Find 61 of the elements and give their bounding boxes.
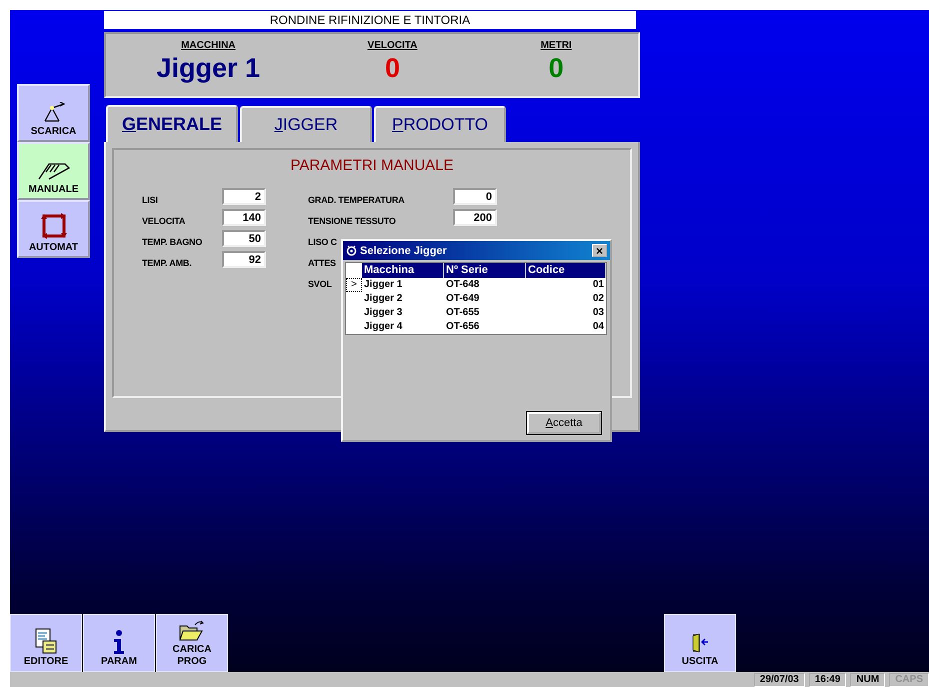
param-label: TEMP. BAGNO <box>142 237 202 247</box>
status-field: 16:49 <box>808 673 846 687</box>
header-value: 0 <box>384 53 400 84</box>
info-icon <box>112 630 126 654</box>
table-cell[interactable]: 01 <box>526 278 606 292</box>
tab[interactable]: GENERALE <box>106 105 238 142</box>
param-field[interactable]: 2 <box>222 188 266 205</box>
param-field[interactable]: 0 <box>453 188 497 205</box>
param-field[interactable]: 140 <box>222 209 266 226</box>
toolbar-button[interactable]: CARICA PROG <box>156 614 228 672</box>
table-cell[interactable]: OT-648 <box>444 278 526 292</box>
tripod-icon <box>42 102 66 124</box>
cycle-arrows-icon <box>40 212 68 240</box>
row-marker: > <box>346 278 362 292</box>
param-label: LISO C <box>308 237 337 247</box>
status-field: NUM <box>850 673 886 687</box>
mode-button[interactable]: AUTOMAT <box>17 200 90 258</box>
tab[interactable]: PRODOTTO <box>374 106 506 142</box>
accept-button[interactable]: Accetta <box>527 412 601 434</box>
header-value: 0 <box>548 53 564 84</box>
mode-button[interactable]: SCARICA <box>17 84 90 142</box>
header-label: METRI <box>540 40 572 51</box>
toolbar-button[interactable]: PARAM <box>83 614 155 672</box>
table-cell[interactable]: 04 <box>526 320 606 334</box>
param-label: TEMP. AMB. <box>142 258 192 268</box>
mode-button[interactable]: MANUALE <box>17 142 90 200</box>
tab[interactable]: JIGGER <box>240 106 372 142</box>
form-icon <box>35 628 57 654</box>
folder-icon <box>179 620 205 642</box>
param-field[interactable]: 92 <box>222 251 266 268</box>
param-field[interactable]: 200 <box>453 209 497 226</box>
column-header: Codice <box>526 263 606 278</box>
header-label: MACCHINA <box>181 40 236 51</box>
table-cell[interactable]: Jigger 2 <box>362 292 444 306</box>
param-field[interactable]: 50 <box>222 230 266 247</box>
header-value: Jigger 1 <box>156 53 260 84</box>
column-header: Nº Serie <box>444 263 526 278</box>
header-label: VELOCITA <box>368 40 418 51</box>
table-cell[interactable]: 03 <box>526 306 606 320</box>
param-label: VELOCITA <box>142 216 186 226</box>
param-label: ATTES <box>308 258 336 268</box>
dialog-title: Selezione Jigger <box>360 244 448 256</box>
table-cell[interactable]: Jigger 3 <box>362 306 444 320</box>
param-label: LISI <box>142 195 158 205</box>
door-icon <box>691 632 709 654</box>
close-button[interactable]: × <box>592 244 607 257</box>
table-cell[interactable]: OT-649 <box>444 292 526 306</box>
param-label: GRAD. TEMPERATURA <box>308 195 404 205</box>
table-cell[interactable]: Jigger 4 <box>362 320 444 334</box>
param-label: TENSIONE TESSUTO <box>308 216 396 226</box>
status-field: 29/07/03 <box>754 673 805 687</box>
app-title: RONDINE RIFINIZIONE E TINTORIA <box>104 11 636 29</box>
param-label: SVOL <box>308 279 332 289</box>
exit-button[interactable]: USCITA <box>664 614 736 672</box>
table-cell[interactable]: 02 <box>526 292 606 306</box>
column-header: Macchina <box>362 263 444 278</box>
table-cell[interactable]: OT-655 <box>444 306 526 320</box>
table-cell[interactable]: Jigger 1 <box>362 278 444 292</box>
panel-title: PARAMETRI MANUALE <box>290 157 454 174</box>
table-cell[interactable]: OT-656 <box>444 320 526 334</box>
toolbar-button[interactable]: EDITORE <box>10 614 82 672</box>
